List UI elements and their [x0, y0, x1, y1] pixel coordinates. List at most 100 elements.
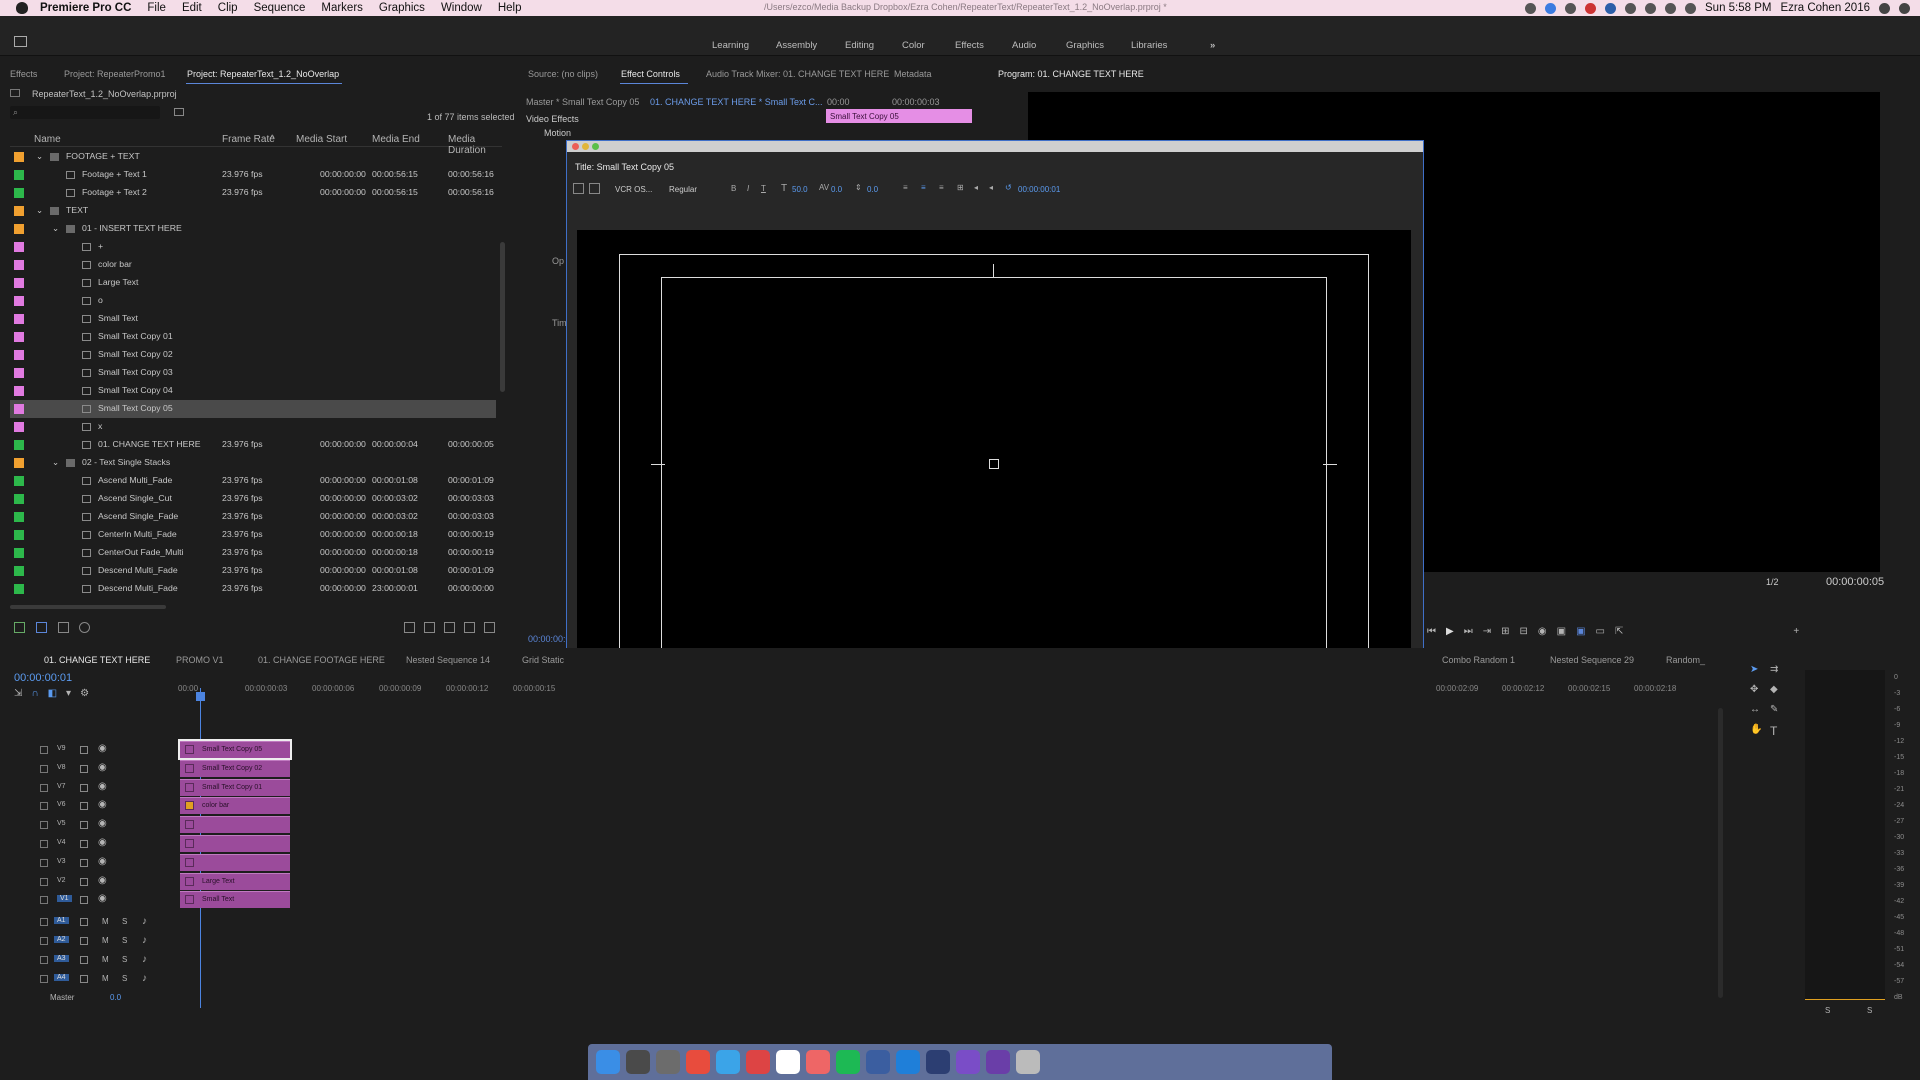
menu-app-name[interactable]: Premiere Pro CC — [28, 2, 139, 14]
tab-metadata[interactable]: Metadata — [894, 69, 932, 79]
menu-clip[interactable]: Clip — [210, 2, 246, 14]
video-track-header[interactable]: V5 ◉ — [10, 817, 170, 835]
project-row[interactable]: CenterIn Multi_Fade 23.976 fps 00:00:00:00… — [10, 526, 496, 544]
eye-icon[interactable]: ◉ — [98, 818, 107, 829]
workspace-assembly[interactable]: Assembly — [776, 40, 817, 51]
project-row[interactable]: x — [10, 418, 496, 436]
track-output-icon[interactable] — [80, 877, 88, 886]
status-icon[interactable] — [1525, 2, 1536, 14]
new-item-icon[interactable] — [460, 622, 479, 633]
font-size-value[interactable]: 50.0 — [792, 185, 808, 194]
underline-icon[interactable]: T — [761, 184, 766, 193]
tab-project-repeatertext[interactable]: Project: RepeaterText_1.2_NoOverlap — [187, 69, 339, 79]
tab-program[interactable]: Program: 01. CHANGE TEXT HERE — [998, 69, 1144, 79]
track-lock-icon[interactable] — [40, 896, 48, 905]
zoom-slider-icon[interactable] — [79, 622, 91, 633]
track-name[interactable]: V2 — [57, 877, 66, 884]
workspace-libraries[interactable]: Libraries — [1131, 40, 1167, 51]
video-toggle-icon[interactable]: ◂ — [989, 183, 993, 192]
label-color-swatch[interactable] — [14, 548, 24, 558]
project-row[interactable]: Ascend Single_Cut 23.976 fps 00:00:00:00 00… — [10, 490, 496, 508]
eye-icon[interactable]: ◉ — [98, 762, 107, 773]
slip-tool-icon[interactable]: ↔ — [1750, 704, 1760, 715]
tab-source[interactable]: Source: (no clips) — [528, 69, 598, 79]
workspace-effects[interactable]: Effects — [955, 40, 984, 51]
track-output-icon[interactable] — [80, 858, 88, 867]
dock-app-icon[interactable] — [746, 1050, 770, 1074]
menu-edit[interactable]: Edit — [174, 2, 210, 14]
solo-button[interactable]: S — [122, 936, 127, 945]
label-color-swatch[interactable] — [14, 242, 24, 252]
more-workspaces-icon[interactable]: » — [1210, 40, 1215, 51]
solo-button[interactable]: S — [122, 955, 127, 964]
eye-icon[interactable]: ◉ — [98, 893, 107, 904]
project-row[interactable]: Descend Multi_Fade 23.976 fps 00:00:00:00 2… — [10, 580, 496, 598]
time-machine-icon[interactable] — [1625, 2, 1636, 14]
track-name[interactable]: A2 — [54, 936, 69, 943]
sort-ascending-icon[interactable]: ^ — [270, 134, 275, 145]
roll-crawl-icon[interactable] — [589, 183, 600, 194]
font-style-select[interactable]: Regular — [669, 185, 697, 194]
track-name[interactable]: A3 — [54, 955, 69, 962]
motion-effect[interactable]: Motion — [544, 128, 571, 138]
airplay-icon[interactable] — [1665, 2, 1676, 14]
track-output-icon[interactable] — [80, 918, 88, 926]
eye-icon[interactable]: ◉ — [98, 743, 107, 754]
dock-app-icon[interactable] — [596, 1050, 620, 1074]
track-lock-icon[interactable] — [40, 956, 48, 964]
timeline-clip[interactable]: Small Text Copy 01 — [180, 778, 290, 796]
project-row[interactable]: Small Text — [10, 310, 496, 328]
dock-app-icon[interactable] — [1016, 1050, 1040, 1074]
label-color-swatch[interactable] — [14, 404, 24, 414]
notification-icon[interactable] — [1899, 2, 1910, 14]
track-name[interactable]: V7 — [57, 783, 66, 790]
disclosure-triangle-icon[interactable]: ⌄ — [36, 205, 43, 216]
add-button-icon[interactable]: + — [1793, 626, 1799, 637]
lock-icon[interactable] — [14, 622, 25, 633]
background-video-icon[interactable]: ◂ — [974, 183, 978, 192]
track-output-icon[interactable] — [80, 896, 88, 905]
master-value[interactable]: 0.0 — [110, 993, 121, 1002]
insert-icon[interactable]: ⊞ — [1501, 626, 1509, 637]
track-output-icon[interactable] — [80, 975, 88, 983]
label-color-swatch[interactable] — [14, 386, 24, 396]
video-track-header[interactable]: V7 ◉ — [10, 780, 170, 798]
program-timecode[interactable]: 00:00:00:05 — [1826, 576, 1884, 588]
microphone-icon[interactable]: ♪ — [142, 973, 147, 984]
project-row[interactable]: CenterOut Fade_Multi 23.976 fps 00:00:00:0… — [10, 544, 496, 562]
project-row[interactable]: Small Text Copy 04 — [10, 382, 496, 400]
track-name[interactable]: V8 — [57, 764, 66, 771]
label-color-swatch[interactable] — [14, 584, 24, 594]
play-icon[interactable]: ▶ — [1446, 626, 1454, 637]
label-color-swatch[interactable] — [14, 512, 24, 522]
label-color-swatch[interactable] — [14, 314, 24, 324]
track-lock-icon[interactable] — [40, 975, 48, 983]
export-frame-icon[interactable]: ⇱ — [1615, 626, 1623, 637]
track-lock-icon[interactable] — [40, 877, 48, 886]
video-track-header[interactable]: V8 ◉ — [10, 761, 170, 779]
wifi-icon[interactable] — [1645, 2, 1656, 14]
col-name[interactable]: Name — [34, 134, 61, 145]
label-color-swatch[interactable] — [14, 206, 24, 216]
label-color-swatch[interactable] — [14, 368, 24, 378]
track-output-icon[interactable] — [80, 956, 88, 964]
tab-audio-track-mixer[interactable]: Audio Track Mixer: 01. CHANGE TEXT HERE — [706, 69, 889, 79]
menu-sequence[interactable]: Sequence — [246, 2, 314, 14]
timeline-clip[interactable] — [180, 816, 290, 834]
vr-icon[interactable]: ▭ — [1596, 626, 1605, 637]
eye-icon[interactable]: ◉ — [98, 799, 107, 810]
track-name[interactable]: V6 — [57, 801, 66, 808]
dock-app-icon[interactable] — [626, 1050, 650, 1074]
workspace-editing[interactable]: Editing — [845, 40, 874, 51]
dock-app-icon[interactable] — [686, 1050, 710, 1074]
timecode-sync-icon[interactable]: ↺ — [1005, 183, 1012, 192]
label-color-swatch[interactable] — [14, 170, 24, 180]
video-track-header[interactable]: V1 ◉ — [10, 892, 170, 910]
menu-help[interactable]: Help — [490, 2, 530, 14]
menu-window[interactable]: Window — [433, 2, 490, 14]
project-scrollbar[interactable] — [500, 242, 505, 392]
project-row[interactable]: Small Text Copy 03 — [10, 364, 496, 382]
project-row[interactable]: Footage + Text 2 23.976 fps 00:00:00:00 00:… — [10, 184, 496, 202]
safe-margins-icon[interactable]: ▣ — [1576, 626, 1585, 637]
title-timecode[interactable]: 00:00:00:01 — [1018, 185, 1060, 194]
